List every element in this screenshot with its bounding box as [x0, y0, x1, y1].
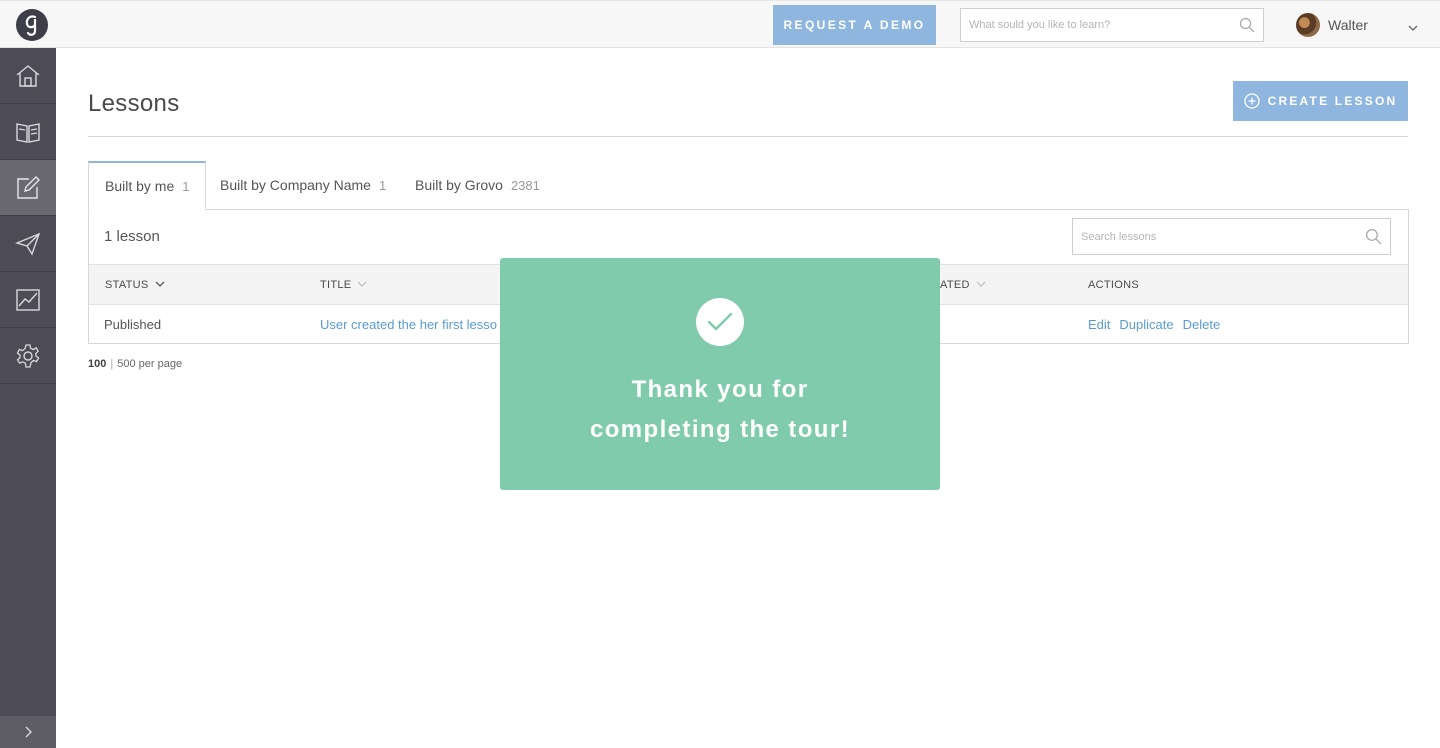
avatar[interactable] [1296, 13, 1320, 37]
tab-built-by-company[interactable]: Built by Company Name 1 [220, 161, 386, 209]
book-icon [16, 122, 40, 143]
modal-message: Thank you for completing the tour! [500, 370, 940, 450]
sort-chevron-icon [155, 281, 165, 287]
sidebar [0, 48, 56, 748]
pager-suffix: per page [138, 358, 183, 370]
edit-link[interactable]: Edit [1088, 317, 1110, 332]
tab-count: 1 [182, 178, 190, 194]
lesson-search[interactable] [1072, 218, 1391, 255]
page-size-100[interactable]: 100 [88, 358, 106, 370]
search-icon[interactable] [1239, 17, 1255, 38]
request-demo-button[interactable]: REQUEST A DEMO [773, 5, 936, 45]
global-search[interactable] [960, 8, 1264, 42]
logo-glyph-icon [25, 15, 37, 36]
home-icon [16, 64, 40, 87]
sort-chevron-icon [976, 281, 986, 287]
top-bar: REQUEST A DEMO Walter [0, 0, 1440, 48]
column-updated[interactable]: ATED [940, 265, 986, 304]
tab-label: Built by Grovo [415, 177, 503, 193]
checkmark-icon [707, 312, 733, 331]
row-title-link[interactable]: User created the her first lesso [320, 305, 497, 344]
sidebar-expand-button[interactable] [0, 716, 56, 748]
chevron-down-icon[interactable] [1408, 19, 1418, 37]
tab-label: Built by Company Name [220, 177, 371, 193]
duplicate-link[interactable]: Duplicate [1119, 317, 1173, 332]
grovo-logo[interactable] [16, 9, 48, 41]
sort-chevron-icon [358, 281, 367, 287]
gear-icon [16, 343, 40, 368]
sidebar-item-create[interactable] [0, 160, 56, 216]
tab-label: Built by me [105, 178, 175, 194]
user-name[interactable]: Walter [1328, 17, 1368, 33]
lesson-count: 1 lesson [104, 228, 160, 245]
paper-plane-icon [15, 232, 41, 256]
column-status[interactable]: STATUS [105, 265, 165, 304]
sidebar-item-home[interactable] [0, 48, 56, 104]
chevron-right-icon [25, 726, 32, 738]
column-status-label: STATUS [105, 278, 149, 291]
create-lesson-label: CREATE LESSON [1267, 94, 1398, 108]
tour-complete-modal: Thank you for completing the tour! [500, 258, 940, 490]
search-icon[interactable] [1365, 228, 1382, 250]
tab-built-by-me[interactable]: Built by me 1 [88, 161, 207, 210]
global-search-input[interactable] [961, 9, 1231, 41]
plus-circle-icon [1243, 93, 1260, 109]
lesson-tabs: Built by me 1 Built by Company Name 1 Bu… [88, 161, 1408, 210]
sidebar-item-library[interactable] [0, 104, 56, 160]
sidebar-item-analytics[interactable] [0, 272, 56, 328]
user-menu[interactable]: Walter [1296, 12, 1418, 38]
page-size-500[interactable]: 500 [117, 358, 135, 370]
delete-link[interactable]: Delete [1183, 317, 1221, 332]
lesson-search-input[interactable] [1073, 219, 1353, 254]
row-status: Published [104, 317, 162, 332]
tab-count: 1 [378, 177, 387, 193]
sidebar-item-assign[interactable] [0, 216, 56, 272]
modal-line-2: completing the tour! [590, 416, 850, 443]
column-actions: ACTIONS [1088, 278, 1139, 291]
chart-icon [16, 288, 40, 311]
column-updated-label: ATED [940, 278, 970, 291]
tab-built-by-grovo[interactable]: Built by Grovo 2381 [415, 161, 540, 209]
sidebar-item-settings[interactable] [0, 328, 56, 384]
column-title-label: TITLE [320, 278, 352, 291]
check-circle [696, 298, 744, 346]
edit-icon [17, 175, 40, 199]
tab-count: 2381 [510, 177, 540, 193]
column-title[interactable]: TITLE [320, 265, 367, 304]
page-title: Lessons [88, 90, 180, 117]
create-lesson-button[interactable]: CREATE LESSON [1233, 81, 1408, 121]
row-actions: Edit Duplicate Delete [1088, 305, 1229, 344]
page-size-selector: 100 | 500 per page [88, 358, 182, 370]
pager-separator: | [110, 358, 114, 370]
divider [88, 136, 1408, 137]
modal-line-1: Thank you for [631, 376, 809, 403]
